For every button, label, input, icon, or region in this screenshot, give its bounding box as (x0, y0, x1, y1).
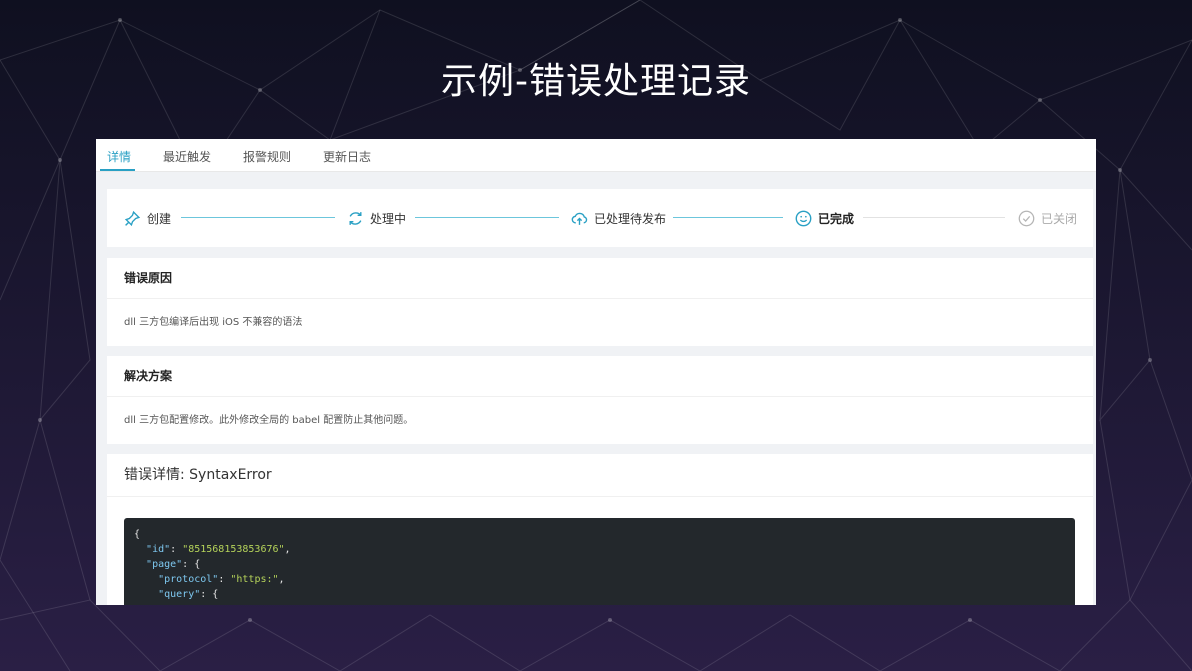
active-tab-indicator (100, 169, 135, 171)
solution-card: 解决方案 dll 三方包配置修改。此外修改全局的 babel 配置防止其他问题。 (107, 356, 1093, 444)
cause-text: dll 三方包编译后出现 iOS 不兼容的语法 (124, 317, 303, 328)
cause-heading: 错误原因 (107, 258, 1093, 299)
step-label: 已关闭 (1041, 211, 1078, 226)
pin-icon (124, 210, 141, 226)
code-line: "id": "851568153853676", (146, 544, 291, 555)
error-record-panel: 详情 最近触发 报警规则 更新日志 创建 处理中 已处理待发布 已完成 已关闭 (96, 139, 1096, 605)
solution-text: dll 三方包配置修改。此外修改全局的 babel 配置防止其他问题。 (124, 415, 414, 426)
check-circle-icon (1018, 210, 1035, 226)
step-connector (863, 217, 1005, 218)
code-line: "query": { (158, 589, 219, 600)
step-created: 创建 (124, 189, 171, 247)
tab-bar: 详情 最近触发 报警规则 更新日志 (96, 139, 1096, 172)
step-completed: 已完成 (795, 189, 854, 247)
step-label: 已完成 (818, 211, 855, 226)
step-connector (415, 217, 559, 218)
tab-recent-triggers[interactable]: 最近触发 (163, 139, 211, 171)
code-line: "page": { (146, 559, 201, 570)
tab-details[interactable]: 详情 (107, 139, 131, 171)
step-processed-pending-release: 已处理待发布 (571, 189, 666, 247)
status-steps: 创建 处理中 已处理待发布 已完成 已关闭 (107, 189, 1093, 247)
step-closed: 已关闭 (1018, 189, 1077, 247)
error-details-heading: 错误详情: SyntaxError (107, 454, 1093, 497)
code-line: { (134, 529, 141, 540)
step-label: 已处理待发布 (594, 211, 667, 226)
solution-heading: 解决方案 (107, 356, 1093, 397)
cause-card: 错误原因 dll 三方包编译后出现 iOS 不兼容的语法 (107, 258, 1093, 346)
smile-icon (795, 210, 812, 226)
tab-changelog[interactable]: 更新日志 (323, 139, 371, 171)
step-label: 处理中 (370, 211, 407, 226)
code-line: "protocol": "https:", (158, 574, 285, 585)
step-label: 创建 (147, 211, 172, 226)
slide-title: 示例-错误处理记录 (441, 61, 751, 102)
tab-alert-rules[interactable]: 报警规则 (243, 139, 291, 171)
step-connector (673, 217, 783, 218)
refresh-icon (349, 211, 362, 225)
error-json-code-block[interactable]: { "id": "851568153853676", "page": { "pr… (124, 518, 1075, 605)
cloud-upload-icon (571, 212, 588, 225)
step-processing: 处理中 (347, 189, 406, 247)
step-connector (181, 217, 335, 218)
error-details-card: 错误详情: SyntaxError { "id": "8515681538536… (107, 454, 1093, 605)
